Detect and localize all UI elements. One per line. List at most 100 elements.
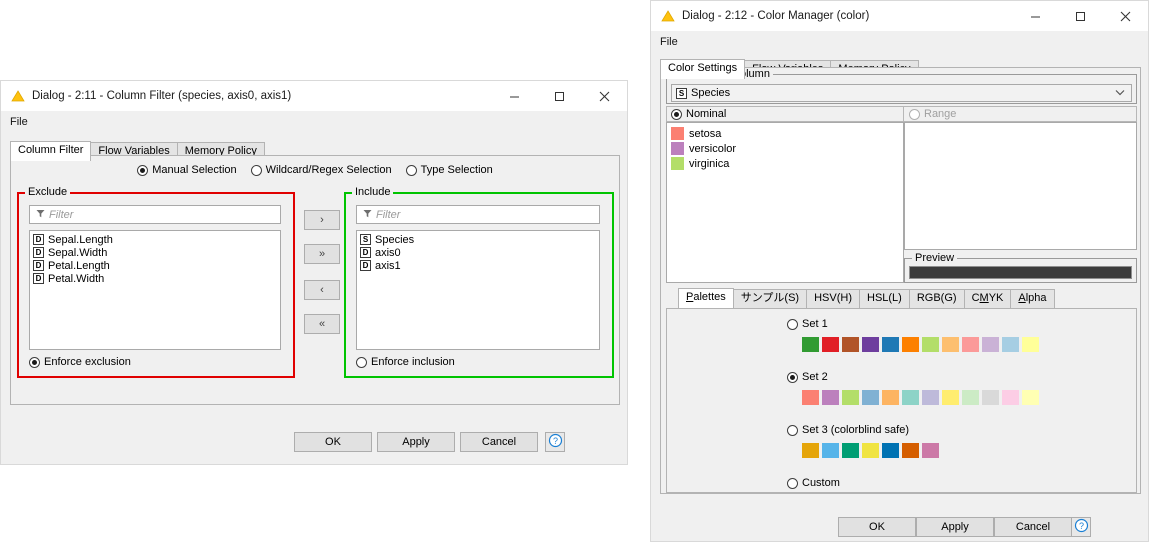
palette-swatch[interactable]: [822, 336, 839, 352]
list-item[interactable]: virginica: [667, 156, 903, 171]
list-item[interactable]: D axis1: [357, 259, 599, 272]
palette-swatch[interactable]: [842, 389, 859, 405]
menu-file[interactable]: File: [10, 116, 28, 128]
move-all-right-button[interactable]: »: [304, 244, 340, 264]
maximize-icon[interactable]: [537, 81, 582, 111]
move-all-left-button[interactable]: «: [304, 314, 340, 334]
palette-swatch[interactable]: [862, 442, 879, 458]
tab-alpha[interactable]: Alpha: [1010, 289, 1055, 308]
list-item[interactable]: D Petal.Length: [30, 259, 280, 272]
palette-swatch[interactable]: [882, 389, 899, 405]
exclude-filter-input[interactable]: Filter: [29, 205, 281, 224]
palette-swatch[interactable]: [1002, 389, 1019, 405]
list-item[interactable]: D Sepal.Length: [30, 233, 280, 246]
help-button[interactable]: ?: [545, 432, 565, 452]
palette-swatch[interactable]: [922, 336, 939, 352]
color-swatch[interactable]: [671, 142, 684, 155]
tab-color-settings[interactable]: Color Settings: [660, 59, 746, 79]
palette-swatch[interactable]: [922, 389, 939, 405]
radio-set-3[interactable]: Set 3 (colorblind safe): [787, 424, 909, 436]
menu-file[interactable]: File: [660, 36, 678, 48]
minimize-icon[interactable]: [492, 81, 537, 111]
radio-dot: [137, 164, 149, 176]
palette-swatch[interactable]: [882, 336, 899, 352]
palette-swatch[interactable]: [962, 336, 979, 352]
palette-swatch[interactable]: [802, 389, 819, 405]
radio-label: Enforce exclusion: [44, 356, 131, 368]
nominal-value-list[interactable]: setosa versicolor virginica: [666, 122, 904, 283]
palette-swatch[interactable]: [842, 442, 859, 458]
palette-swatch[interactable]: [882, 442, 899, 458]
radio-type-selection[interactable]: Type Selection: [405, 164, 493, 176]
list-item[interactable]: D axis0: [357, 246, 599, 259]
palette-swatch[interactable]: [802, 336, 819, 352]
tab-column-filter[interactable]: Column Filter: [10, 141, 92, 161]
cancel-button[interactable]: Cancel: [460, 432, 538, 452]
tab-hsv[interactable]: HSV(H): [806, 289, 860, 308]
radio-label: Set 1: [802, 318, 828, 330]
palette-swatch[interactable]: [1002, 336, 1019, 352]
chevron-down-icon[interactable]: [1115, 87, 1125, 99]
palette-swatch[interactable]: [922, 442, 939, 458]
radio-set-2[interactable]: Set 2: [787, 371, 828, 383]
ok-button[interactable]: OK: [294, 432, 372, 452]
range-value-panel[interactable]: [904, 122, 1137, 250]
svg-text:?: ?: [1078, 521, 1083, 531]
palette-swatch[interactable]: [962, 389, 979, 405]
apply-button[interactable]: Apply: [916, 517, 994, 537]
radio-manual-selection[interactable]: Manual Selection: [137, 164, 237, 176]
radio-wildcard-selection[interactable]: Wildcard/Regex Selection: [250, 164, 392, 176]
close-icon[interactable]: [582, 81, 627, 111]
list-item[interactable]: versicolor: [667, 141, 903, 156]
radio-range[interactable]: Range: [909, 108, 956, 120]
radio-custom[interactable]: Custom: [787, 477, 840, 489]
radio-dot: [909, 108, 920, 120]
radio-enforce-exclusion[interactable]: Enforce exclusion: [29, 356, 131, 368]
tab-palettes[interactable]: Palettes: [678, 288, 734, 308]
palette-swatch[interactable]: [862, 389, 879, 405]
palette-swatch[interactable]: [982, 389, 999, 405]
help-button[interactable]: ?: [1071, 517, 1091, 537]
list-item[interactable]: S Species: [357, 233, 599, 246]
color-swatch[interactable]: [671, 157, 684, 170]
tab-cmyk[interactable]: CMYK: [963, 289, 1012, 308]
apply-button[interactable]: Apply: [377, 432, 455, 452]
palette-swatch[interactable]: [802, 442, 819, 458]
list-item[interactable]: D Sepal.Width: [30, 246, 280, 259]
include-filter-input[interactable]: Filter: [356, 205, 600, 224]
palette-swatch[interactable]: [902, 336, 919, 352]
palette-swatch[interactable]: [942, 336, 959, 352]
radio-nominal[interactable]: Nominal: [671, 108, 726, 120]
palette-swatch[interactable]: [902, 389, 919, 405]
radio-label: Custom: [802, 477, 840, 489]
column-type-badge: D: [33, 273, 44, 284]
palette-swatch[interactable]: [822, 389, 839, 405]
palette-swatch[interactable]: [842, 336, 859, 352]
palette-swatch[interactable]: [1022, 336, 1039, 352]
tab-hsl[interactable]: HSL(L): [859, 289, 910, 308]
radio-enforce-inclusion[interactable]: Enforce inclusion: [356, 356, 455, 368]
palette-swatch[interactable]: [822, 442, 839, 458]
list-item[interactable]: setosa: [667, 126, 903, 141]
palette-swatch[interactable]: [982, 336, 999, 352]
column-select-combo[interactable]: S Species: [671, 84, 1132, 102]
palette-swatch[interactable]: [902, 442, 919, 458]
svg-text:?: ?: [552, 436, 557, 446]
palette-swatch[interactable]: [942, 389, 959, 405]
move-left-button[interactable]: ‹: [304, 280, 340, 300]
color-swatch[interactable]: [671, 127, 684, 140]
minimize-icon[interactable]: [1013, 1, 1058, 31]
close-icon[interactable]: [1103, 1, 1148, 31]
tab-sample[interactable]: サンプル(S): [732, 289, 808, 308]
radio-set-1[interactable]: Set 1: [787, 318, 828, 330]
list-item[interactable]: D Petal.Width: [30, 272, 280, 285]
tab-rgb[interactable]: RGB(G): [908, 289, 965, 308]
include-listbox[interactable]: S Species D axis0 D axis1: [356, 230, 600, 350]
ok-button[interactable]: OK: [838, 517, 916, 537]
palette-swatch[interactable]: [862, 336, 879, 352]
cancel-button[interactable]: Cancel: [994, 517, 1072, 537]
exclude-listbox[interactable]: D Sepal.Length D Sepal.Width D Petal.Len…: [29, 230, 281, 350]
palette-swatch[interactable]: [1022, 389, 1039, 405]
move-right-button[interactable]: ›: [304, 210, 340, 230]
maximize-icon[interactable]: [1058, 1, 1103, 31]
